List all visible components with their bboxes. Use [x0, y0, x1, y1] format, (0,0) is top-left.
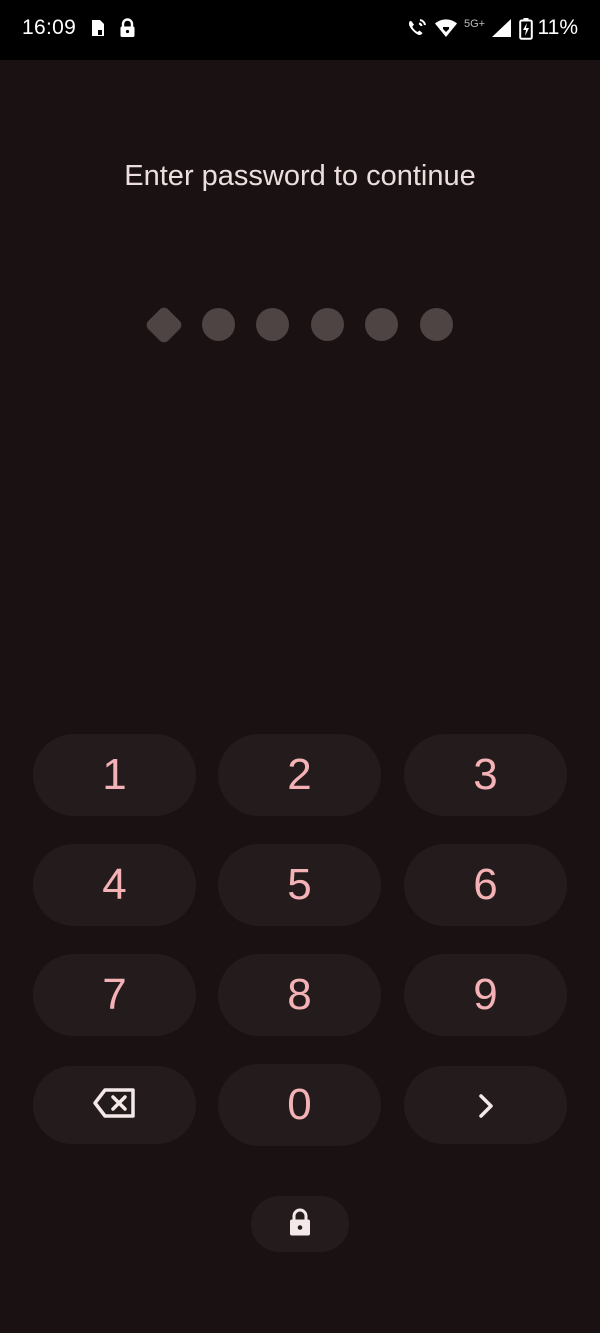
key-5[interactable]: 5 — [218, 844, 381, 926]
password-prompt: Enter password to continue — [124, 160, 476, 192]
key-4[interactable]: 4 — [33, 844, 196, 926]
key-label: 3 — [473, 750, 498, 799]
password-indicator-dot — [202, 308, 235, 341]
key-0[interactable]: 0 — [218, 1064, 381, 1146]
sim-card-icon — [90, 18, 106, 38]
key-9[interactable]: 9 — [404, 954, 567, 1036]
key-1[interactable]: 1 — [33, 734, 196, 816]
enter-button[interactable] — [404, 1066, 567, 1144]
status-time: 16:09 — [22, 16, 77, 39]
key-label: 0 — [287, 1080, 312, 1129]
wifi-calling-icon — [406, 18, 428, 38]
backspace-button[interactable] — [33, 1066, 196, 1144]
network-type-label: 5G+ — [464, 18, 486, 30]
wifi-icon — [434, 18, 458, 38]
key-label: 7 — [102, 970, 127, 1019]
password-indicator-dot — [311, 308, 344, 341]
status-bar: 16:09 5G+ 11% — [0, 0, 600, 60]
key-label: 6 — [473, 860, 498, 909]
key-2[interactable]: 2 — [218, 734, 381, 816]
key-label: 9 — [473, 970, 498, 1019]
password-indicator-dot — [420, 308, 453, 341]
key-label: 5 — [287, 860, 312, 909]
lock-icon — [288, 1207, 312, 1242]
signal-icon — [490, 18, 512, 38]
key-label: 8 — [287, 970, 312, 1019]
lockdown-button[interactable] — [251, 1196, 349, 1252]
password-indicator-dot — [256, 308, 289, 341]
key-3[interactable]: 3 — [404, 734, 567, 816]
lock-icon — [119, 18, 136, 38]
key-label: 1 — [102, 750, 127, 799]
chevron-right-icon — [476, 1080, 496, 1130]
key-label: 2 — [287, 750, 312, 799]
key-label: 4 — [102, 860, 127, 909]
key-8[interactable]: 8 — [218, 954, 381, 1036]
password-indicators — [144, 305, 456, 345]
key-6[interactable]: 6 — [404, 844, 567, 926]
battery-percent: 11% — [537, 16, 578, 39]
password-indicator-dot — [365, 308, 398, 341]
key-7[interactable]: 7 — [33, 954, 196, 1036]
backspace-icon — [92, 1080, 137, 1130]
password-indicator-diamond — [144, 305, 184, 345]
battery-charging-icon — [519, 18, 533, 40]
